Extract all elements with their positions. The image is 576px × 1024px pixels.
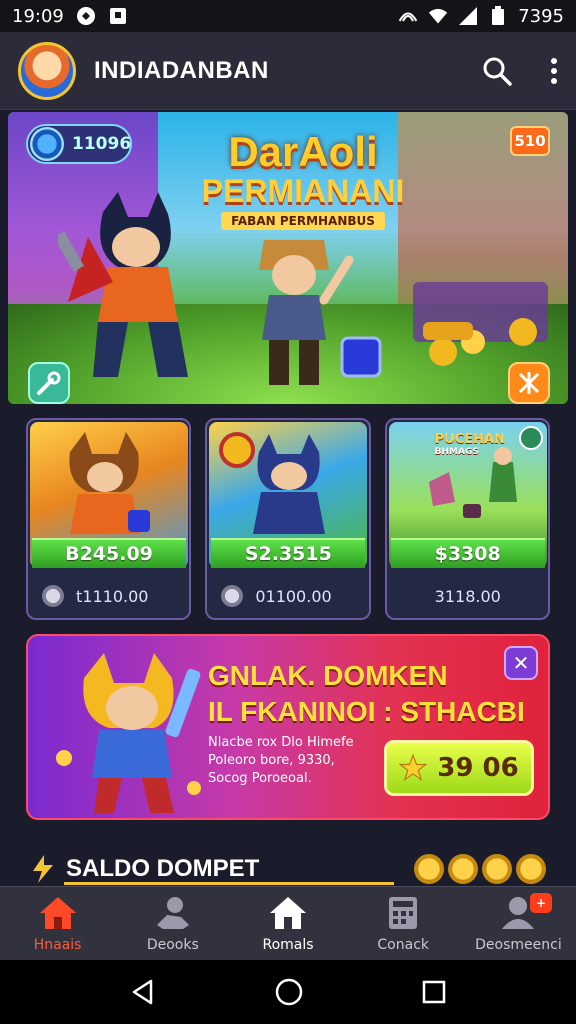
calculator-icon bbox=[389, 896, 418, 929]
nav-item-label: Deosmeenci bbox=[475, 936, 562, 953]
crossed-tools-icon bbox=[518, 372, 540, 394]
deposit-hand-icon bbox=[156, 896, 189, 929]
game-card-art-label: PUCEHAN bbox=[434, 432, 505, 447]
search-icon[interactable] bbox=[482, 56, 512, 86]
notification-badge: + bbox=[530, 893, 553, 913]
coin-icon bbox=[221, 585, 244, 607]
bottom-navigation: Hnaais Deooks Romals Conack Deosmeenci + bbox=[0, 886, 576, 960]
nav-item-rooms[interactable]: Romals bbox=[230, 887, 345, 960]
wrench-icon bbox=[37, 371, 61, 395]
hero-title-line2: PERMIANANI bbox=[201, 173, 405, 209]
game-card-price: $3308 bbox=[390, 538, 545, 568]
game-card-footer: 01100.00 bbox=[207, 574, 368, 618]
game-card[interactable]: PUCEHAN BHMAGS $3308 3118.00 bbox=[384, 418, 550, 620]
hero-banner[interactable]: 11096 DarAoli PERMIANANI FABAN PERMHANBU… bbox=[8, 112, 568, 404]
game-cards: B245.09 t1110.00 S2.3515 01100.00 PUCEHA… bbox=[26, 418, 550, 620]
game-card[interactable]: B245.09 t1110.00 bbox=[26, 418, 192, 620]
promo-claim-button[interactable]: 39 06 bbox=[384, 740, 534, 796]
promo-hero-illustration bbox=[56, 653, 201, 813]
hero-ribbon: FABAN PERMHANBUS bbox=[221, 212, 385, 230]
home-icon bbox=[39, 896, 76, 929]
coin-icon bbox=[42, 585, 64, 607]
hero-coin-counter[interactable]: 11096 bbox=[26, 124, 132, 164]
game-card-price: B245.09 bbox=[32, 538, 186, 568]
avatar[interactable] bbox=[18, 41, 76, 100]
promo-description: Nlacbe rox Dlo Himefe Poleoro bore, 9330… bbox=[208, 735, 354, 786]
hero-settings-button[interactable] bbox=[508, 362, 550, 404]
photo-notification-icon bbox=[109, 8, 126, 24]
game-card-footer: 3118.00 bbox=[387, 574, 548, 618]
nav-item-deposit[interactable]: Deooks bbox=[115, 887, 230, 960]
promo-heading-line2: IL FKANINOI : STHACBI bbox=[208, 696, 525, 727]
back-icon[interactable] bbox=[129, 978, 157, 1006]
hero-character-warrior bbox=[58, 192, 188, 377]
game-card-footer-value: 01100.00 bbox=[255, 586, 332, 606]
hero-gem-blue bbox=[340, 336, 382, 378]
nav-item-label: Conack bbox=[377, 936, 430, 953]
coin-icon bbox=[30, 127, 64, 161]
hero-badge[interactable]: 510 bbox=[510, 126, 550, 156]
star-icon bbox=[399, 754, 428, 782]
wallet-balance-label: SALDO DOMPET bbox=[66, 855, 260, 882]
promo-claim-value: 39 06 bbox=[437, 753, 519, 783]
nfc-icon bbox=[398, 12, 418, 22]
game-card[interactable]: S2.3515 01100.00 bbox=[205, 418, 371, 620]
coin-icon bbox=[516, 854, 546, 884]
knight-illustration bbox=[219, 432, 326, 534]
app-bar: INDIADANBAN bbox=[0, 32, 576, 110]
battery-icon bbox=[492, 6, 505, 25]
warrior-illustration bbox=[69, 432, 150, 534]
status-time: 19:09 bbox=[12, 5, 64, 27]
more-options-icon[interactable] bbox=[550, 57, 558, 85]
home-circle-icon[interactable] bbox=[274, 977, 304, 1007]
hero-title: DarAoli PERMIANANI FABAN PERMHANBUS bbox=[198, 130, 408, 230]
house-icon bbox=[270, 896, 306, 929]
nav-item-contact[interactable]: Conack bbox=[346, 887, 461, 960]
nav-item-label: Deooks bbox=[146, 936, 199, 953]
hero-character-explorer bbox=[259, 240, 354, 385]
signal-icon bbox=[459, 7, 478, 25]
coin-icon bbox=[482, 854, 512, 884]
wifi-icon bbox=[429, 8, 448, 24]
system-navigation-bar bbox=[0, 960, 576, 1024]
promo-heading-line1: GNLAK. DOMKEN bbox=[208, 660, 448, 691]
hero-coin-value: 11096 bbox=[72, 134, 132, 154]
promo-close-button[interactable]: ✕ bbox=[504, 646, 538, 680]
wallet-balance-underline bbox=[64, 882, 394, 885]
hero-title-line1: DarAoli bbox=[228, 128, 378, 175]
game-card-art-sublabel: BHMAGS bbox=[434, 447, 479, 457]
recents-icon[interactable] bbox=[421, 979, 447, 1005]
nav-item-home[interactable]: Hnaais bbox=[0, 887, 115, 960]
coin-icon bbox=[448, 854, 478, 884]
nav-item-profile[interactable]: Deosmeenci + bbox=[461, 887, 576, 960]
nav-item-label: Romals bbox=[262, 936, 314, 953]
hero-cannon bbox=[413, 282, 548, 366]
game-card-footer-value: t1110.00 bbox=[76, 586, 149, 606]
coin-icon bbox=[414, 854, 444, 884]
wallet-coins bbox=[414, 854, 546, 884]
promo-banner[interactable]: GNLAK. DOMKEN IL FKANINOI : STHACBI Nlac… bbox=[26, 634, 550, 820]
game-card-price: S2.3515 bbox=[211, 538, 366, 568]
app-notification-icon bbox=[76, 7, 95, 25]
hero-tool-button[interactable] bbox=[28, 362, 70, 404]
wallet-balance-header: SALDO DOMPET bbox=[30, 852, 546, 886]
battery-text: 7395 bbox=[518, 5, 564, 27]
game-card-footer-value: 3118.00 bbox=[434, 586, 501, 606]
nav-item-label: Hnaais bbox=[33, 936, 82, 953]
game-card-art-title: PUCEHAN BHMAGS bbox=[435, 432, 505, 457]
lightning-icon bbox=[33, 855, 53, 883]
status-bar: 19:09 7395 bbox=[0, 0, 576, 32]
game-card-footer: t1110.00 bbox=[28, 574, 189, 618]
app-title: INDIADANBAN bbox=[94, 56, 269, 84]
